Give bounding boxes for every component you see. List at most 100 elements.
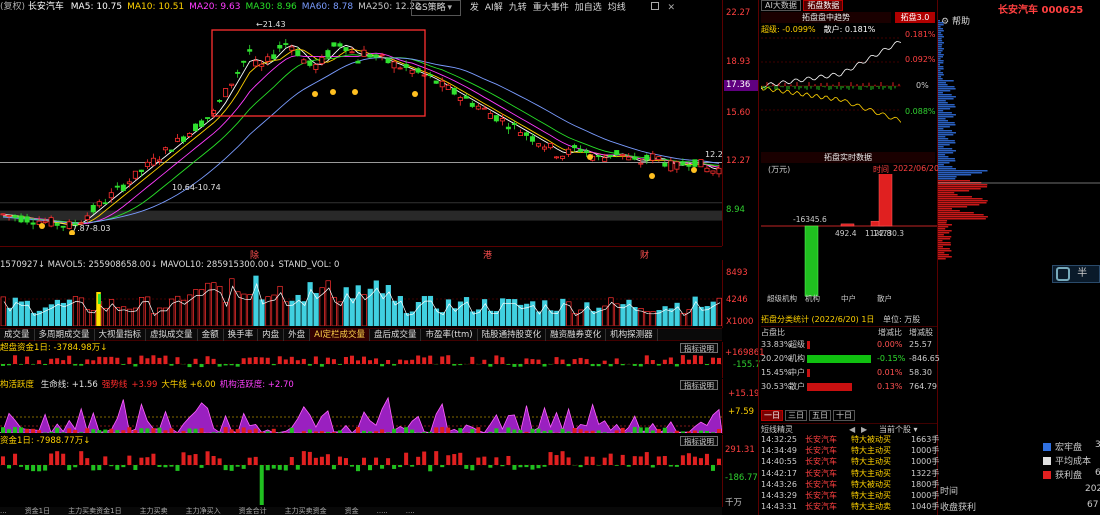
bottom-tab[interactable]: 资金合计 <box>239 507 267 515</box>
toolbar-button[interactable]: AI解 <box>485 1 503 15</box>
explain-button[interactable]: 指标说明 <box>680 380 718 390</box>
candle <box>439 80 445 88</box>
tick-row[interactable]: 14:40:55 长安汽车 特大主动买 1000手 <box>761 457 939 468</box>
adjust-mode[interactable]: (复权) <box>0 2 25 12</box>
day-tab[interactable]: 一日 <box>761 410 783 421</box>
bottom-tab[interactable]: 主力净买入 <box>186 507 221 515</box>
tick-row[interactable]: 14:32:25 长安汽车 特大被动买 1663手 <box>761 435 939 446</box>
trend-badge[interactable]: 拓盘3.0 <box>895 12 935 23</box>
fund-bar <box>265 465 270 471</box>
candle <box>457 97 463 101</box>
search-box[interactable]: 半 <box>1052 265 1100 283</box>
bottom-tab[interactable]: 主力买卖 <box>140 507 168 515</box>
trend-chart[interactable] <box>761 34 901 146</box>
candle <box>120 184 126 191</box>
dropdown-arrow-icon: ▾ <box>913 425 918 434</box>
indicator-tab[interactable]: 外盘 <box>284 329 311 341</box>
candle <box>102 202 108 205</box>
tick-row[interactable]: 14:42:17 长安汽车 特大主动买 1322手 <box>761 469 939 480</box>
indicator-tab[interactable]: 内盘 <box>258 329 285 341</box>
checkbox-icon[interactable] <box>650 2 659 10</box>
tick-row[interactable]: 14:34:49 长安汽车 特大主动买 1000手 <box>761 446 939 457</box>
day-tab[interactable]: 五日 <box>809 410 831 421</box>
bottom-tab[interactable]: ... <box>0 507 7 515</box>
tick-row[interactable]: 14:43:26 长安汽车 特大被动买 1800手 <box>761 480 939 491</box>
tick-dropdown[interactable]: 当前个股 ▾ <box>879 424 918 435</box>
toolbar-button[interactable]: 发 <box>470 1 479 15</box>
explain-button[interactable]: 指标说明 <box>680 436 718 446</box>
volume-chart[interactable] <box>0 272 722 326</box>
volume-bar <box>175 295 181 326</box>
tab-tuopan-data[interactable]: 拓盘数据 <box>803 0 844 11</box>
indicator-tab[interactable]: 多周期成交量 <box>35 329 95 341</box>
candle <box>517 132 523 137</box>
indicator-tab[interactable]: 换手率 <box>224 329 259 341</box>
legend-label: 平均成本 <box>1055 457 1092 467</box>
chip-bar <box>938 158 955 160</box>
money-bar <box>289 356 294 364</box>
volume-marker <box>98 294 101 304</box>
indicator-tab[interactable]: 大视量指标 <box>95 329 147 341</box>
toolbar-button[interactable]: 重大事件 <box>533 1 569 15</box>
activity-bar <box>518 430 523 433</box>
money-bar <box>632 364 637 366</box>
money-bar <box>596 364 601 367</box>
candle <box>6 215 12 217</box>
candle <box>385 58 391 64</box>
activity-bar <box>362 430 367 433</box>
toolbar-button[interactable]: 加自选 <box>575 1 602 15</box>
indicator-tab[interactable]: 陆股通持股变化 <box>478 329 547 341</box>
fund-bar <box>470 465 475 471</box>
bottom-tab[interactable]: 主力买卖资金1日 <box>68 507 121 515</box>
chip-bar <box>938 106 956 108</box>
indicator-tab[interactable]: 成交量 <box>0 329 35 341</box>
kline-chart[interactable]: ←21.4310.64-10.747.87-8.037.25-7.87←6.40… <box>0 14 722 235</box>
bottom-tab[interactable]: .... <box>406 507 415 515</box>
tick-type: 特大主动买 <box>851 446 891 456</box>
indicator-tab[interactable]: 市盈率(ttm) <box>421 329 478 341</box>
bottom-tab[interactable]: ..... <box>377 507 388 515</box>
fund-bar <box>428 465 433 472</box>
panel1-chart[interactable] <box>0 354 722 376</box>
indicator-tab[interactable]: 融资融券变化 <box>546 329 607 341</box>
close-icon[interactable]: ✕ <box>668 1 676 15</box>
toolbar-button[interactable]: 九转 <box>509 1 527 15</box>
fund-bar <box>524 465 529 468</box>
fund-bar <box>253 456 258 465</box>
tab-ai-data[interactable]: AI大数据 <box>761 0 801 11</box>
chip-bar <box>938 96 956 98</box>
money-bar <box>590 364 595 367</box>
indicator-tab[interactable]: 虚拟成交量 <box>146 329 198 341</box>
indicator-tab[interactable]: AI定栏成交量 <box>310 329 370 341</box>
activity-bar <box>506 427 511 433</box>
chip-bar <box>938 234 944 236</box>
money-bar <box>61 360 66 364</box>
indicator-tab[interactable]: 机构探测器 <box>606 329 658 341</box>
activity-bar <box>404 427 409 433</box>
volume-bar <box>0 296 6 326</box>
bottom-tab[interactable]: 资金1日 <box>25 507 50 515</box>
volume-axis: 8493 4246 X1000 <box>722 260 758 328</box>
activity-bar <box>458 428 463 433</box>
tick-row[interactable]: 14:43:29 长安汽车 特大主动买 1000手 <box>761 491 939 502</box>
scroll-left-icon[interactable]: ◀ <box>849 424 855 435</box>
chip-bar <box>938 194 958 196</box>
realtime-bar-value: -16345.6 <box>793 215 827 224</box>
day-tab[interactable]: 十日 <box>833 410 855 421</box>
tick-row[interactable]: 14:43:31 长安汽车 特大主动卖 1040手 <box>761 502 939 513</box>
explain-button[interactable]: 指标说明 <box>680 343 718 353</box>
scroll-right-icon[interactable]: ▶ <box>861 424 867 435</box>
indicator-tab[interactable]: 金额 <box>198 329 224 341</box>
bottom-tab[interactable]: 资金 <box>345 507 359 515</box>
candle <box>307 60 313 66</box>
panel3-chart[interactable] <box>0 447 722 505</box>
toolbar-button[interactable]: 均线 <box>608 1 626 15</box>
share-qty: 25.57 <box>909 340 932 349</box>
day-tab[interactable]: 三日 <box>785 410 807 421</box>
time-label: 时间 <box>940 487 959 497</box>
share-pct: 15.45% <box>761 368 792 377</box>
bottom-tab[interactable]: 主力买卖资金 <box>285 507 327 515</box>
volume-tick: X1000 <box>726 317 754 327</box>
indicator-tab[interactable]: 盘后成交量 <box>370 329 422 341</box>
panel2-chart[interactable] <box>0 391 722 433</box>
